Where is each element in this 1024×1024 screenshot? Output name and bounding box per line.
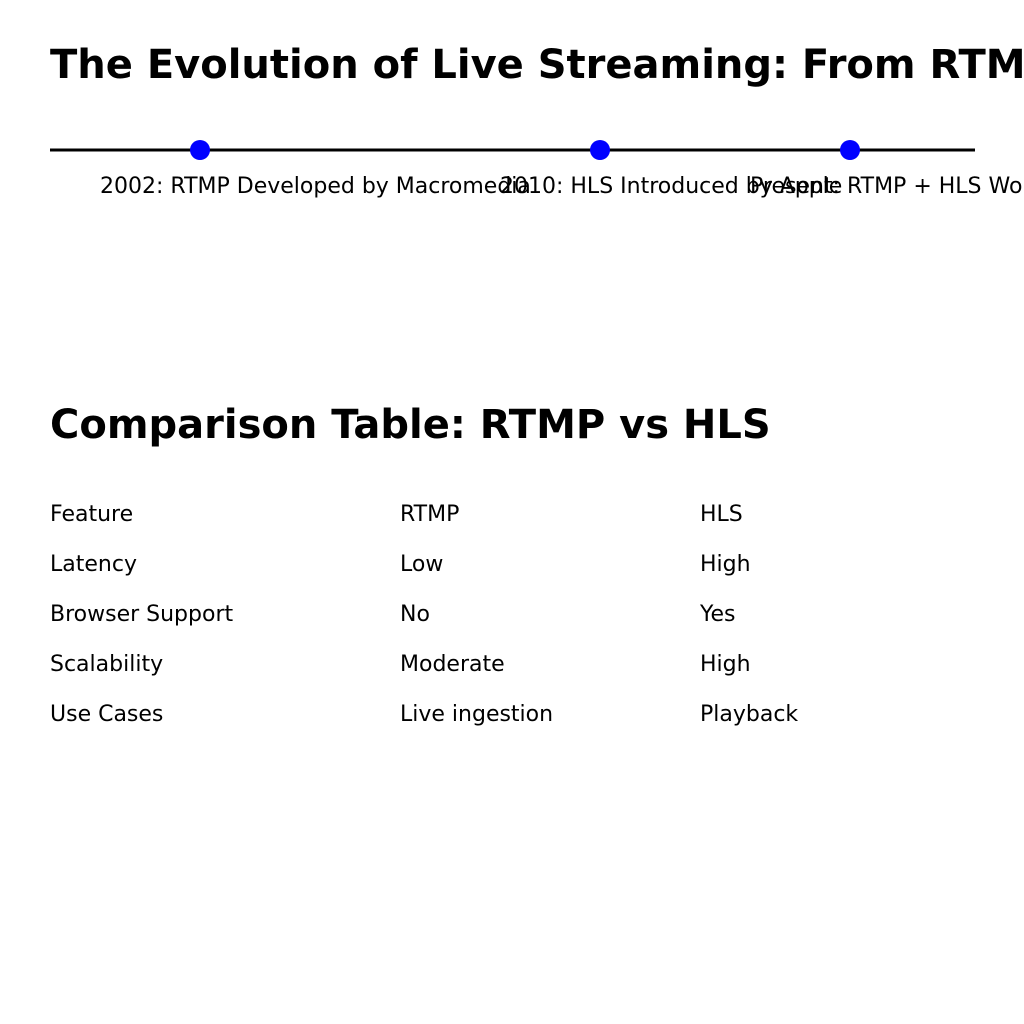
timeline-marker: [590, 140, 610, 160]
rtmp-cell: Live ingestion: [400, 702, 554, 727]
timeline: 2002: RTMP Developed by Macromedia 2010:…: [50, 140, 1024, 199]
hls-cell: High: [700, 552, 751, 577]
header-cell-rtmp: RTMP: [400, 502, 460, 527]
timeline-event-label: Present: RTMP + HLS Workflow: [750, 174, 1024, 199]
feature-cell: Latency: [50, 552, 137, 577]
header-cell-feature: Feature: [50, 502, 134, 527]
timeline-marker: [840, 140, 860, 160]
hls-cell: High: [700, 652, 751, 677]
feature-cell: Browser Support: [50, 602, 234, 627]
feature-cell: Scalability: [50, 652, 164, 677]
timeline-event-label: 2002: RTMP Developed by Macromedia: [100, 174, 531, 199]
header-cell-hls: HLS: [700, 502, 743, 527]
timeline-marker: [190, 140, 210, 160]
rtmp-cell: Moderate: [400, 652, 505, 677]
rtmp-cell: No: [400, 602, 430, 627]
hls-cell: Yes: [700, 602, 736, 627]
feature-cell: Use Cases: [50, 702, 164, 727]
rtmp-cell: Low: [400, 552, 444, 577]
comparison-title: Comparison Table: RTMP vs HLS: [50, 402, 771, 448]
hls-cell: Playback: [700, 702, 799, 727]
